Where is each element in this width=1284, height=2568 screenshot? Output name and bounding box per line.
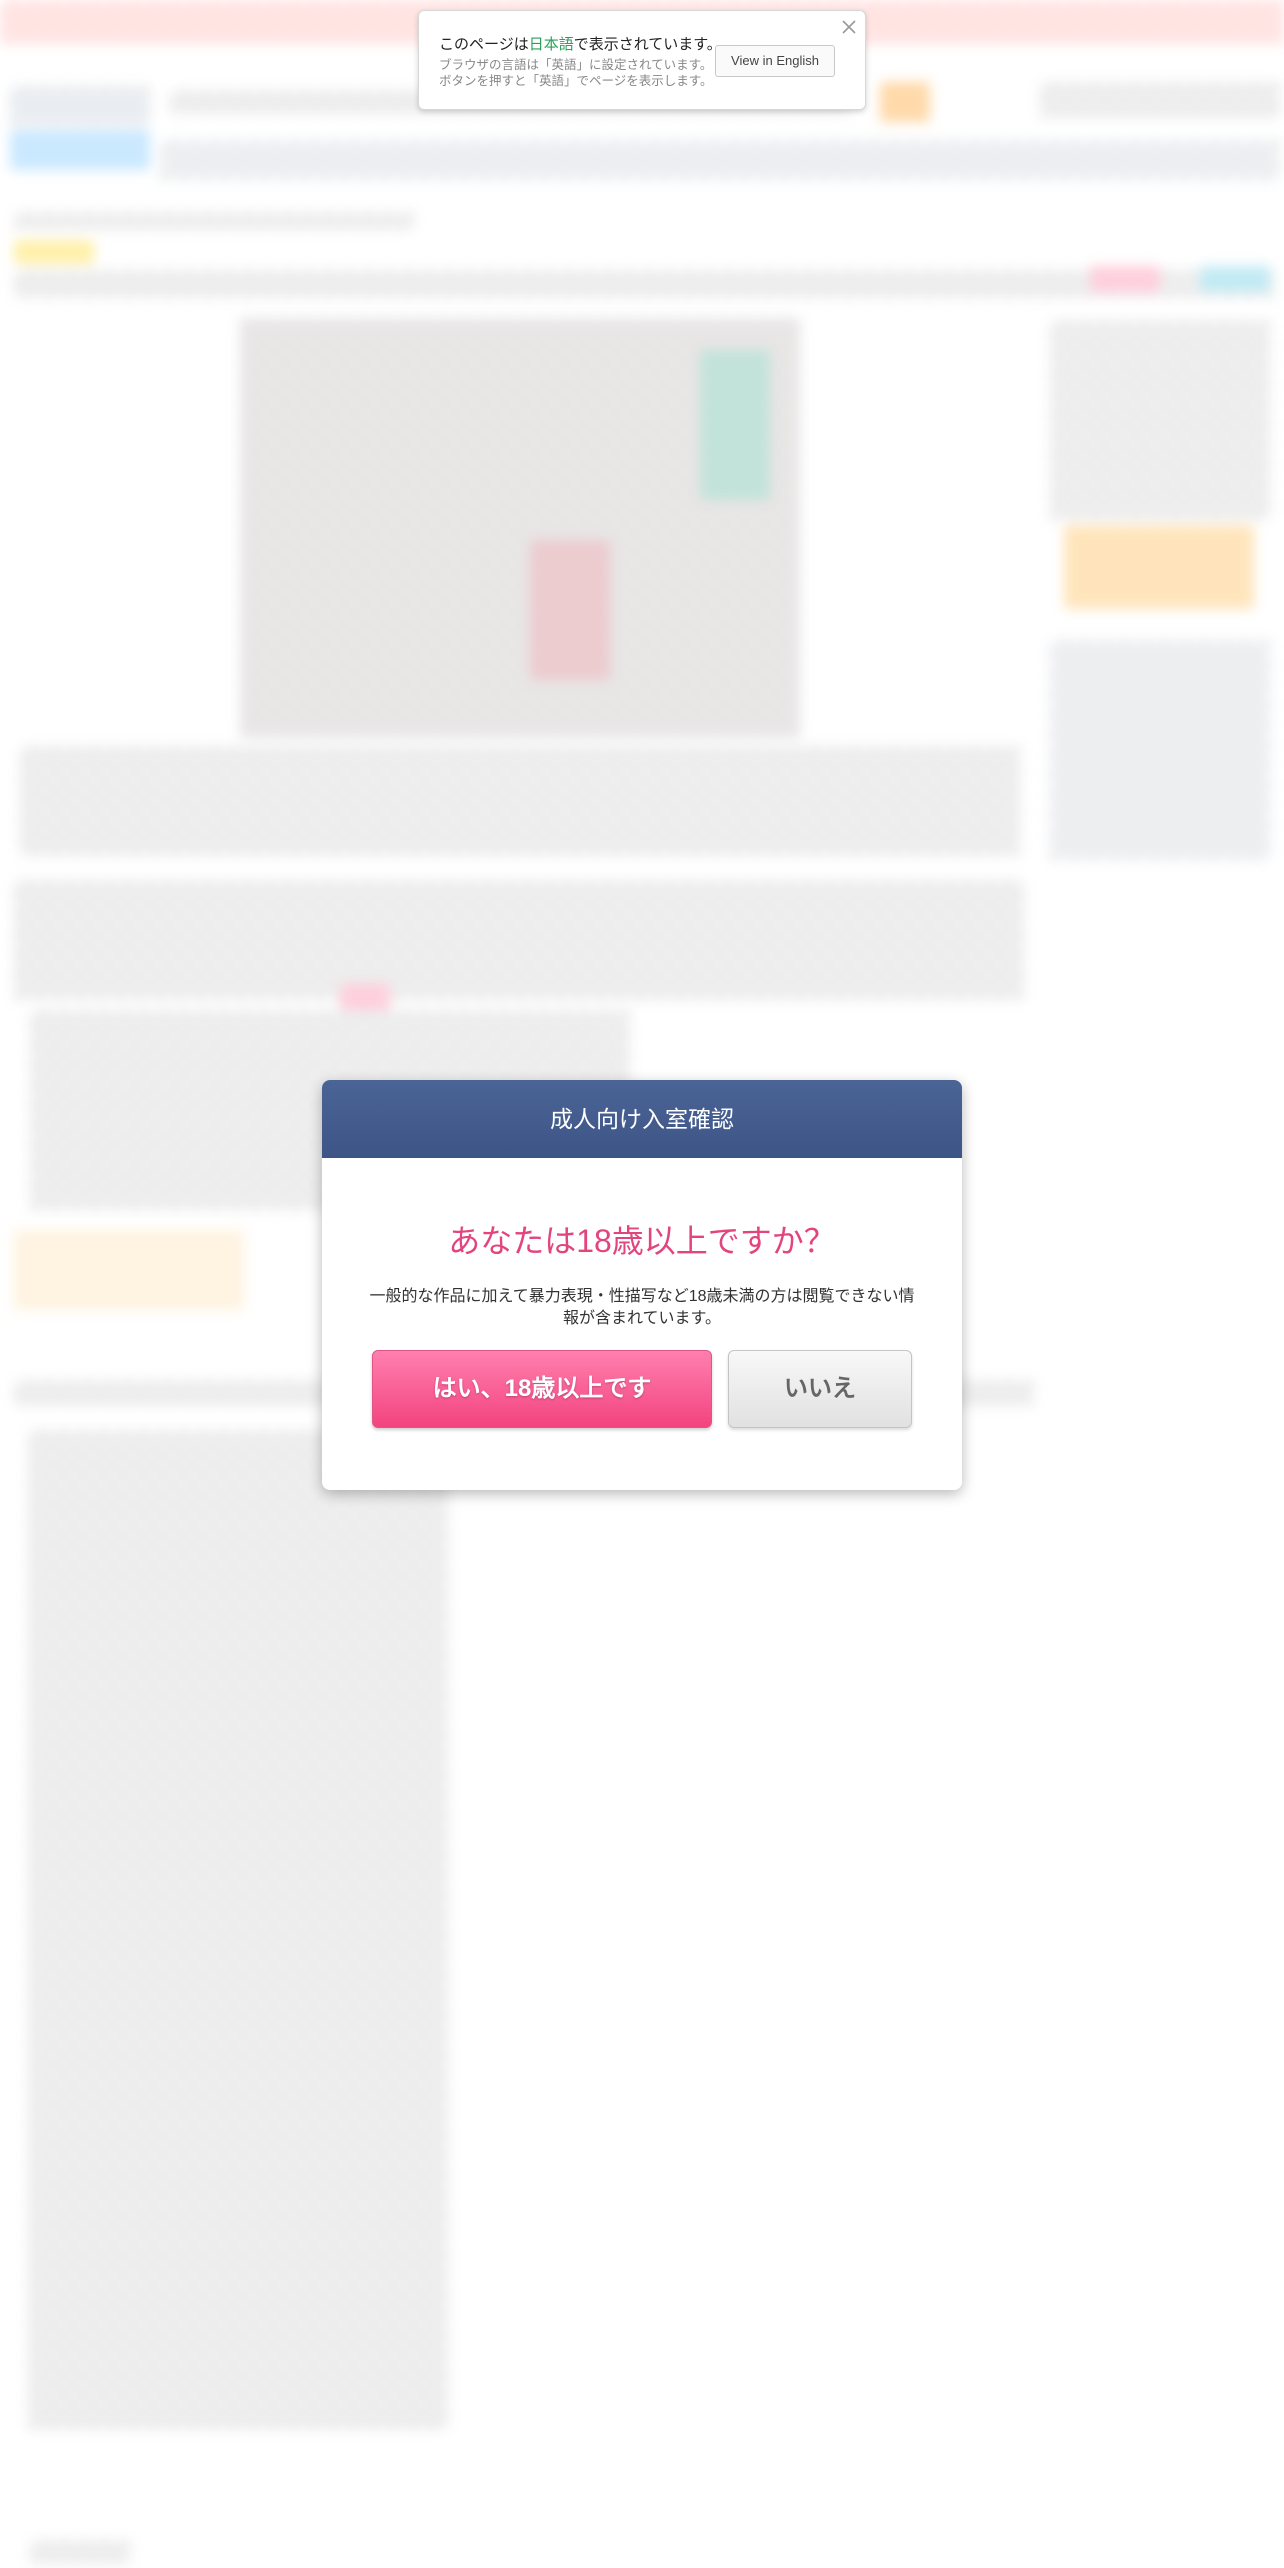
no-button[interactable]: いいえ bbox=[728, 1350, 912, 1428]
view-in-english-button[interactable]: View in English bbox=[715, 45, 835, 77]
close-icon[interactable] bbox=[839, 17, 859, 37]
age-question: あなたは18歳以上ですか？ bbox=[448, 1223, 836, 1259]
language-notice-subtext-line-1: ブラウザの言語は「英語」に設定されています。 bbox=[439, 58, 713, 72]
age-verification-modal: 成人向け入室確認 あなたは18歳以上ですか？ 一般的な作品に加えて暴力表現・性描… bbox=[322, 1080, 962, 1490]
language-notice-message: このページは日本語で表示されています。 bbox=[439, 36, 722, 53]
language-notice-subtext-line-2: ボタンを押すと「英語」でページを表示します。 bbox=[439, 74, 713, 88]
age-description: 一般的な作品に加えて暴力表現・性描写など18歳未満の方は閲覧できない情報が含まれ… bbox=[369, 1288, 915, 1327]
modal-button-row: はい、18歳以上です いいえ bbox=[372, 1350, 912, 1430]
modal-title: 成人向け入室確認 bbox=[322, 1080, 962, 1158]
language-notice-subtext: ブラウザの言語は「英語」に設定されています。 ボタンを押すと「英語」でページを表… bbox=[439, 57, 719, 89]
yes-over-18-button[interactable]: はい、18歳以上です bbox=[372, 1350, 712, 1428]
language-notice-banner: このページは日本語で表示されています。 ブラウザの言語は「英語」に設定されていま… bbox=[418, 10, 866, 110]
language-name: 日本語 bbox=[528, 36, 574, 53]
